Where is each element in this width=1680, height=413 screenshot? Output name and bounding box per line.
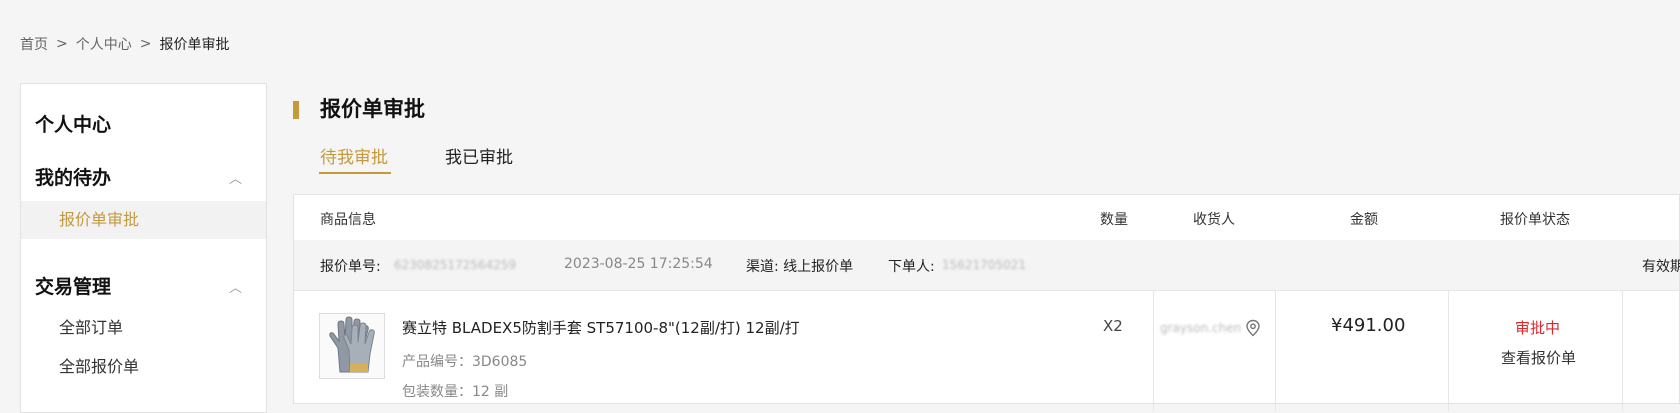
sidebar-item-quote-approval[interactable]: 报价单审批 xyxy=(21,201,266,239)
tab-active-underline xyxy=(319,172,391,174)
breadcrumb-home[interactable]: 首页 xyxy=(20,34,48,54)
order-channel: 渠道: 线上报价单 xyxy=(746,259,854,275)
status-badge: 审批中 xyxy=(1515,319,1561,337)
chevron-up-icon[interactable]: ︿ xyxy=(229,168,242,187)
sidebar: 个人中心 我的待办 ︿ 报价单审批 交易管理 ︿ 全部订单 全部报价单 xyxy=(20,83,267,413)
column-divider xyxy=(1448,291,1449,411)
tab-pending-approval[interactable]: 待我审批 xyxy=(320,143,388,168)
receiver-name: grayson.chen xyxy=(1160,321,1242,335)
receiver-cell: grayson.chen xyxy=(1160,319,1261,337)
order-placer-label: 下单人: xyxy=(888,259,935,275)
table-header: 商品信息 数量 收货人 金额 报价单状态 xyxy=(294,195,1679,241)
column-header-product: 商品信息 xyxy=(320,212,376,228)
table-row: 赛立特 BLADEX5防割手套 ST57100-8"(12副/打) 12副/打 … xyxy=(294,291,1679,411)
glove-image xyxy=(329,316,375,373)
order-info-bar: 报价单号: 6230825172564259 2023-08-25 17:25:… xyxy=(294,240,1680,291)
breadcrumb-current: 报价单审批 xyxy=(159,37,230,53)
order-placer: 15621705021 xyxy=(942,258,1026,272)
view-quote-link[interactable]: 查看报价单 xyxy=(1501,347,1576,368)
sidebar-personal-center[interactable]: 个人中心 xyxy=(35,110,111,137)
title-accent-bar xyxy=(293,101,299,119)
breadcrumb-separator: > xyxy=(139,36,152,52)
sidebar-item-all-quotes[interactable]: 全部报价单 xyxy=(21,348,266,386)
product-pack-quantity: 包装数量：12 副 xyxy=(402,384,509,400)
column-header-receiver: 收货人 xyxy=(1193,212,1235,228)
order-datetime: 2023-08-25 17:25:54 xyxy=(564,256,713,272)
page-title: 报价单审批 xyxy=(320,97,425,121)
column-header-quantity: 数量 xyxy=(1100,212,1128,228)
item-quantity: X2 xyxy=(1103,317,1123,335)
tab-approved[interactable]: 我已审批 xyxy=(445,143,513,168)
product-code: 产品编号：3D6085 xyxy=(402,354,528,370)
column-divider xyxy=(1153,291,1154,411)
column-header-amount: 金额 xyxy=(1350,212,1378,228)
sidebar-group-todo[interactable]: 我的待办 xyxy=(35,163,111,190)
chevron-up-icon[interactable]: ︿ xyxy=(229,277,242,296)
breadcrumb: 首页 > 个人中心 > 报价单审批 xyxy=(20,34,229,54)
order-number-label: 报价单号: xyxy=(320,259,381,275)
order-number: 6230825172564259 xyxy=(394,258,517,272)
location-pin-icon[interactable] xyxy=(1245,319,1261,337)
order-validity-label: 有效期 xyxy=(1642,259,1680,275)
product-name[interactable]: 赛立特 BLADEX5防割手套 ST57100-8"(12副/打) 12副/打 xyxy=(402,317,800,338)
sidebar-group-trade[interactable]: 交易管理 xyxy=(35,272,111,299)
breadcrumb-personal-center[interactable]: 个人中心 xyxy=(76,34,132,54)
column-divider xyxy=(1622,291,1623,411)
column-divider xyxy=(1275,291,1276,411)
quote-table: 商品信息 数量 收货人 金额 报价单状态 报价单号: 6230825172564… xyxy=(293,194,1680,411)
sidebar-item-all-orders[interactable]: 全部订单 xyxy=(21,309,266,347)
main-content: 报价单审批 待我审批 我已审批 商品信息 数量 收货人 金额 报价单状态 报价单… xyxy=(293,83,1680,411)
column-header-status: 报价单状态 xyxy=(1500,212,1570,228)
product-image[interactable] xyxy=(319,313,385,379)
item-amount: ¥491.00 xyxy=(1331,315,1406,336)
breadcrumb-separator: > xyxy=(56,36,68,52)
